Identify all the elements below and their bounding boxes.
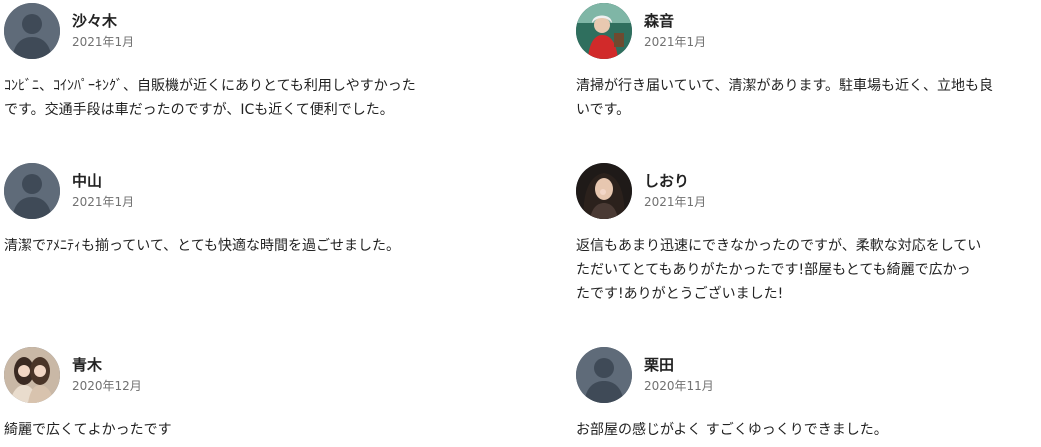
avatar[interactable]	[4, 347, 60, 403]
review-date: 2020年12月	[72, 379, 142, 393]
review-text: 清潔でｱﾒﾆﾃｨも揃っていて、とても快適な時間を過ごせました。	[4, 238, 401, 254]
review-item: しおり 2021年1月 返信もあまり迅速にできなかったのですが、柔軟な対応をして…	[576, 162, 1041, 306]
avatar[interactable]	[4, 163, 60, 219]
default-avatar-icon	[576, 347, 632, 403]
review-text: 清掃が行き届いていて、清潔があります。駐車場も近く、立地も良 いです。	[576, 78, 994, 118]
default-avatar-icon	[4, 3, 60, 59]
default-avatar-icon	[4, 163, 60, 219]
review-meta: しおり 2021年1月	[644, 171, 706, 211]
review-text: 綺麗で広くてよかったです	[4, 422, 172, 438]
user-photo-icon	[576, 163, 632, 219]
review-meta: 中山 2021年1月	[72, 171, 134, 211]
review-date: 2021年1月	[644, 35, 707, 49]
reviewer-name: 青木	[72, 356, 103, 374]
review-text: 返信もあまり迅速にできなかったのですが、柔軟な対応をしてい ただいてとてもありが…	[576, 238, 982, 302]
review-meta: 沙々木 2021年1月	[72, 11, 134, 51]
reviewer-name: しおり	[644, 172, 690, 190]
review-header: 沙々木 2021年1月	[4, 2, 484, 60]
review-date: 2021年1月	[72, 35, 135, 49]
avatar[interactable]	[576, 347, 632, 403]
review-item: 沙々木 2021年1月 ｺﾝﾋﾞﾆ、ｺｲﾝﾊﾟｰｷﾝｸﾞ、自販機が近くにありとて…	[4, 2, 484, 122]
reviewer-name: 森音	[644, 12, 675, 30]
review-meta: 栗田 2020年11月	[644, 355, 714, 395]
review-header: 青木 2020年12月	[4, 346, 484, 404]
review-item: 中山 2021年1月 清潔でｱﾒﾆﾃｨも揃っていて、とても快適な時間を過ごせまし…	[4, 162, 484, 258]
review-item: 青木 2020年12月 綺麗で広くてよかったです	[4, 346, 484, 442]
review-date: 2020年11月	[644, 379, 714, 393]
review-item: 栗田 2020年11月 お部屋の感じがよく すごくゆっくりできました。	[576, 346, 1041, 442]
reviewer-name: 沙々木	[72, 12, 118, 30]
review-header: 中山 2021年1月	[4, 162, 484, 220]
review-header: 森音 2021年1月	[576, 2, 1041, 60]
review-text: ｺﾝﾋﾞﾆ、ｺｲﾝﾊﾟｰｷﾝｸﾞ、自販機が近くにありとても利用しやすかった です…	[4, 78, 416, 118]
user-photo-icon	[4, 347, 60, 403]
reviewer-name: 中山	[72, 172, 103, 190]
review-text: お部屋の感じがよく すごくゆっくりできました。	[576, 422, 888, 438]
review-header: しおり 2021年1月	[576, 162, 1041, 220]
avatar[interactable]	[576, 163, 632, 219]
review-item: 森音 2021年1月 清掃が行き届いていて、清潔があります。駐車場も近く、立地も…	[576, 2, 1041, 122]
reviewer-name: 栗田	[644, 356, 675, 374]
review-meta: 青木 2020年12月	[72, 355, 142, 395]
avatar[interactable]	[4, 3, 60, 59]
review-header: 栗田 2020年11月	[576, 346, 1041, 404]
review-meta: 森音 2021年1月	[644, 11, 706, 51]
user-photo-icon	[576, 3, 632, 59]
avatar[interactable]	[576, 3, 632, 59]
review-date: 2021年1月	[72, 195, 135, 209]
review-date: 2021年1月	[644, 195, 707, 209]
